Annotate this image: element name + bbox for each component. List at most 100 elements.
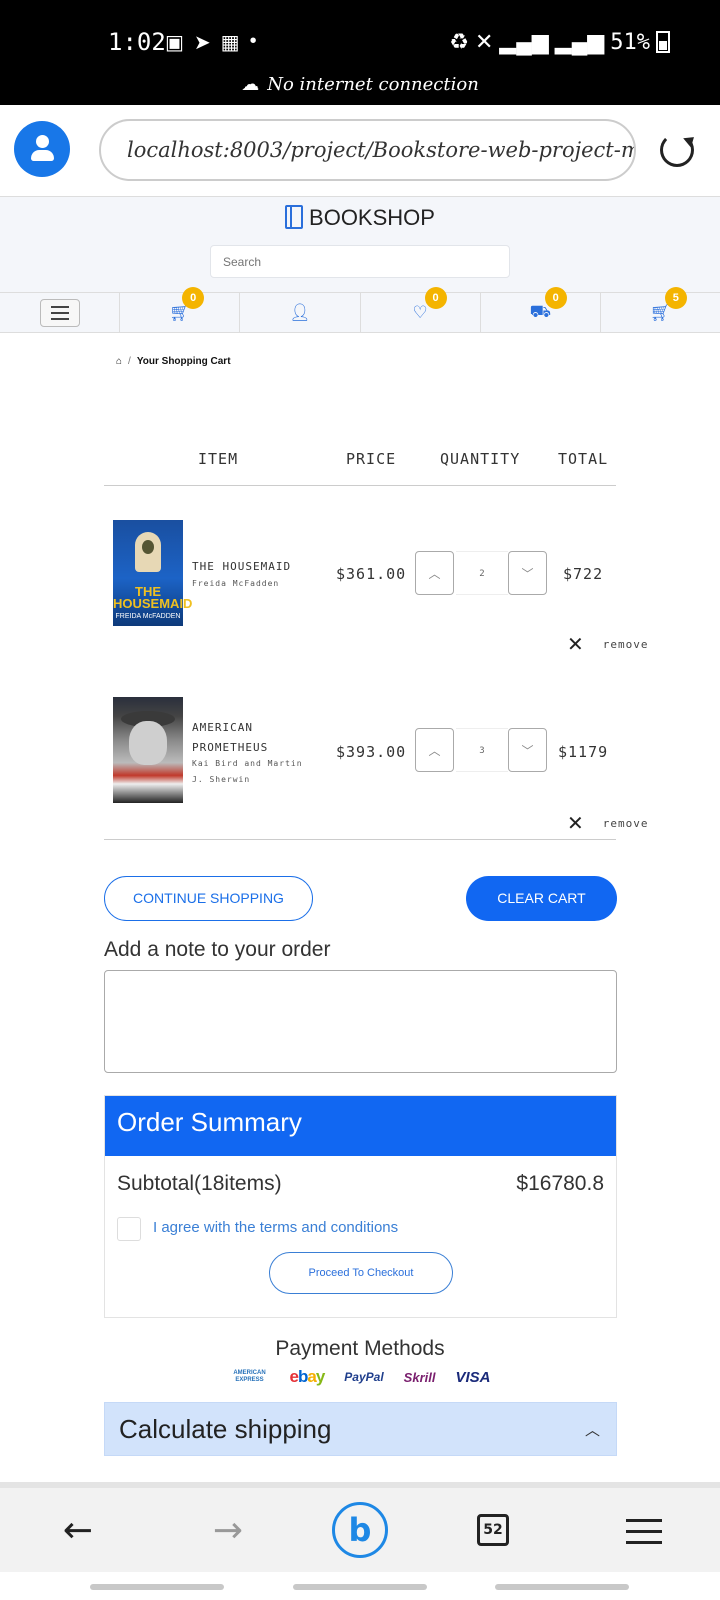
- chevron-up-icon: ︿: [584, 1422, 600, 1439]
- chevron-up-icon: ︿: [428, 566, 441, 581]
- subtotal-value: $16780.8: [516, 1172, 604, 1195]
- skrill-logo: Skrill: [403, 1369, 436, 1385]
- cover-title: THE HOUSEMAID: [113, 584, 193, 611]
- browser-bottom-bar: ← → b 52: [0, 1482, 720, 1572]
- chevron-up-icon: ︿: [428, 743, 441, 758]
- app-icon: ▦: [220, 32, 240, 54]
- portrait-illustration: [129, 721, 167, 765]
- delivery-badge: 0: [544, 287, 567, 309]
- item-title-line1: AMERICAN: [192, 721, 253, 734]
- nav-cart-2[interactable]: 🛒︎ 5: [601, 287, 720, 332]
- item-title-line2: PROMETHEUS: [192, 741, 269, 754]
- menu-icon[interactable]: [625, 1516, 663, 1546]
- ebay-logo: ebay: [289, 1367, 326, 1386]
- gesture-pill: [293, 1584, 427, 1590]
- item-author: Kai Bird and Martin J. Sherwin: [192, 756, 303, 788]
- battery-level: 51%: [610, 29, 650, 55]
- bing-chat-icon[interactable]: b: [332, 1502, 388, 1558]
- item-title[interactable]: AMERICAN PROMETHEUS: [192, 718, 268, 758]
- remove-label: remove: [602, 637, 649, 651]
- site-header: BOOKSHOP: [0, 197, 720, 292]
- proceed-to-checkout-button[interactable]: Proceed To Checkout: [269, 1252, 453, 1294]
- nav-delivery[interactable]: ⛟ 0: [481, 287, 601, 332]
- payment-logos: AMERICAN EXPRESS ebay PayPal Skrill VISA: [0, 1367, 720, 1387]
- gallery-icon: ▣: [165, 32, 184, 54]
- hamburger-menu-button[interactable]: [39, 298, 80, 327]
- calculate-shipping-accordion[interactable]: Calculate shipping ︿: [104, 1402, 617, 1456]
- remove-button[interactable]: ✕ remove: [567, 632, 649, 656]
- item-price: $361.00: [336, 565, 407, 583]
- tabs-button[interactable]: 52: [477, 1514, 509, 1546]
- notification-icons: ▣ ➤ ▦ •: [165, 30, 257, 55]
- visa-logo: VISA: [455, 1368, 491, 1386]
- cart-table-header: ITEM PRICE QUANTITY TOTAL: [104, 436, 616, 486]
- telegram-icon: ➤: [193, 32, 211, 54]
- order-summary-title: Order Summary: [105, 1096, 616, 1156]
- browser-toolbar: localhost:8003/project/Bookstore-web-pro…: [0, 105, 720, 197]
- item-title[interactable]: THE HOUSEMAID: [192, 557, 291, 577]
- quantity-increase-button[interactable]: ︿: [415, 728, 454, 772]
- order-note-label: Add a note to your order: [104, 938, 331, 961]
- home-icon[interactable]: ⌂: [116, 356, 122, 367]
- quantity-input[interactable]: 2: [456, 551, 508, 595]
- gesture-bar: [0, 1572, 720, 1600]
- heart-icon: ♡: [412, 302, 428, 322]
- nav-wishlist[interactable]: ♡ 0: [361, 287, 481, 332]
- user-icon: 👤︎: [289, 302, 311, 322]
- clear-cart-button[interactable]: CLEAR CART: [466, 876, 617, 921]
- terms-checkbox[interactable]: [117, 1217, 141, 1241]
- cart-badge-2: 5: [664, 287, 687, 309]
- battery-icon: [656, 31, 670, 53]
- search-input[interactable]: [210, 245, 510, 278]
- continue-shopping-button[interactable]: CONTINUE SHOPPING: [104, 876, 313, 921]
- book-cover[interactable]: THE HOUSEMAID FREIDA McFADDEN: [113, 520, 193, 626]
- quantity-decrease-button[interactable]: ﹀: [508, 551, 547, 595]
- order-note-textarea[interactable]: [104, 970, 617, 1073]
- item-price: $393.00: [336, 743, 407, 761]
- brand-name: BOOKSHOP: [309, 205, 435, 230]
- subtotal-label: Subtotal(18items): [117, 1172, 282, 1195]
- order-summary: Order Summary Subtotal(18items) $16780.8…: [104, 1095, 617, 1318]
- book-icon: [285, 205, 304, 229]
- breadcrumb-separator: /: [128, 356, 131, 367]
- gesture-pill: [495, 1584, 629, 1590]
- battery-saver-icon: ♻: [449, 29, 469, 54]
- quantity-input[interactable]: 3: [456, 728, 508, 772]
- nav-account[interactable]: 👤︎: [240, 293, 361, 332]
- cover-author: FREIDA McFADDEN: [115, 613, 181, 620]
- divider: [104, 839, 616, 840]
- cart-badge: 0: [182, 287, 205, 309]
- header-quantity: QUANTITY: [440, 450, 521, 468]
- nav-cart[interactable]: 🛒︎ 0: [120, 287, 241, 332]
- calculate-shipping-title: Calculate shipping: [119, 1414, 332, 1444]
- quantity-increase-button[interactable]: ︿: [415, 551, 454, 595]
- chevron-down-icon: ﹀: [521, 743, 534, 758]
- close-icon: ✕: [567, 811, 585, 835]
- address-bar[interactable]: localhost:8003/project/Bookstore-web-pro…: [99, 119, 636, 181]
- remove-label: remove: [602, 816, 649, 830]
- item-total: $1179: [558, 743, 609, 761]
- wishlist-badge: 0: [424, 287, 447, 309]
- keyhole-illustration: [135, 532, 161, 572]
- reload-icon[interactable]: [660, 133, 694, 167]
- item-author-line1: Kai Bird and Martin: [192, 759, 303, 768]
- signal-icon: ▂▄▆: [499, 29, 549, 54]
- profile-avatar[interactable]: [14, 121, 70, 177]
- book-cover[interactable]: [113, 697, 183, 803]
- quantity-decrease-button[interactable]: ﹀: [508, 728, 547, 772]
- icon-nav: 🛒︎ 0 👤︎ ♡ 0 ⛟ 0 🛒︎ 5: [0, 287, 720, 333]
- item-author-line2: J. Sherwin: [192, 775, 251, 784]
- site-logo[interactable]: BOOKSHOP: [0, 205, 720, 231]
- status-bar: 1:02 ▣ ➤ ▦ • ♻ ✕ ▂▄▆ ▂▄▆ 51% ☁ No interne…: [0, 0, 720, 105]
- item-total: $722: [563, 565, 604, 583]
- no-internet-text: No internet connection: [267, 74, 479, 95]
- header-total: TOTAL: [558, 450, 609, 468]
- forward-arrow-icon[interactable]: →: [208, 1506, 248, 1554]
- terms-label[interactable]: I agree with the terms and conditions: [153, 1219, 398, 1236]
- back-arrow-icon[interactable]: ←: [58, 1506, 98, 1554]
- header-item: ITEM: [198, 450, 239, 468]
- breadcrumb-current: Your Shopping Cart: [136, 356, 231, 367]
- item-author: Freida McFadden: [192, 579, 280, 588]
- signal-icon-2: ▂▄▆: [554, 29, 605, 54]
- remove-button[interactable]: ✕ remove: [567, 811, 649, 835]
